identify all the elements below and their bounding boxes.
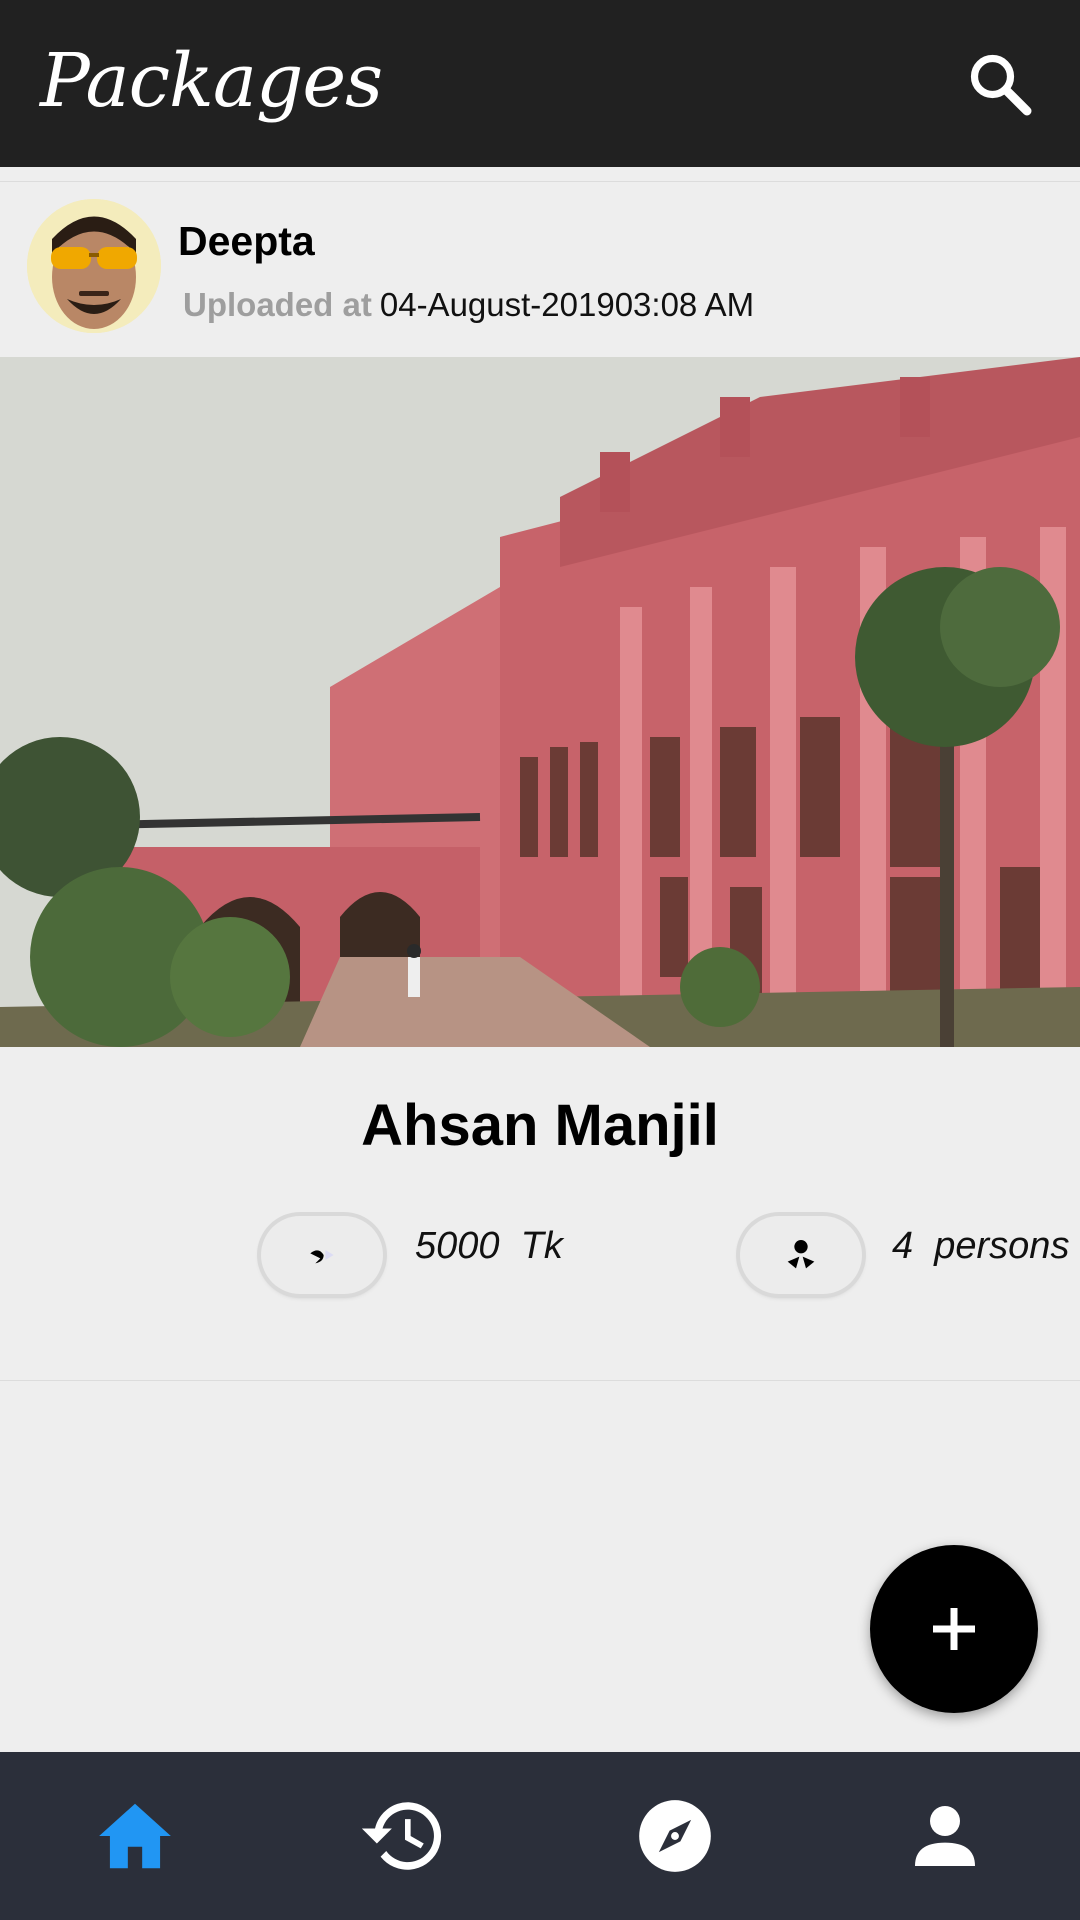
history-icon xyxy=(361,1802,442,1870)
avatar[interactable] xyxy=(27,199,161,333)
nav-home[interactable] xyxy=(0,1752,270,1920)
package-photo[interactable] xyxy=(0,357,1080,1047)
search-icon xyxy=(970,54,1032,116)
home-icon xyxy=(99,1803,171,1869)
package-title: Ahsan Manjil xyxy=(361,1093,719,1158)
user-name[interactable]: Deepta xyxy=(178,218,315,265)
uploaded-date: 04-August-201903:08 AM xyxy=(379,286,755,323)
compass-icon xyxy=(639,1800,711,1872)
add-icon xyxy=(933,1608,975,1650)
package-card[interactable]: Deepta Uploaded at 04-August-201903:08 AM xyxy=(0,181,1080,1381)
person-icon xyxy=(915,1806,975,1866)
upload-info: Uploaded at 04-August-201903:08 AM xyxy=(183,286,754,324)
nav-explore[interactable] xyxy=(540,1752,810,1920)
persons-chip[interactable] xyxy=(740,1216,862,1294)
price-value: 5000 Tk xyxy=(415,1225,563,1267)
uploaded-label: Uploaded at xyxy=(183,286,372,323)
card-header: Deepta Uploaded at 04-August-201903:08 AM xyxy=(0,182,1080,357)
nav-profile[interactable] xyxy=(810,1752,1080,1920)
bottom-navigation xyxy=(0,1752,1080,1920)
money-icon xyxy=(310,1250,334,1264)
search-button[interactable] xyxy=(960,44,1040,124)
persons-value: 4 persons xyxy=(892,1225,1070,1267)
people-icon xyxy=(787,1240,815,1269)
price-chip[interactable] xyxy=(261,1216,383,1294)
nav-history[interactable] xyxy=(270,1752,540,1920)
app-title: Packages xyxy=(40,38,383,124)
app-bar: Packages xyxy=(0,0,1080,167)
add-package-button[interactable] xyxy=(870,1545,1038,1713)
